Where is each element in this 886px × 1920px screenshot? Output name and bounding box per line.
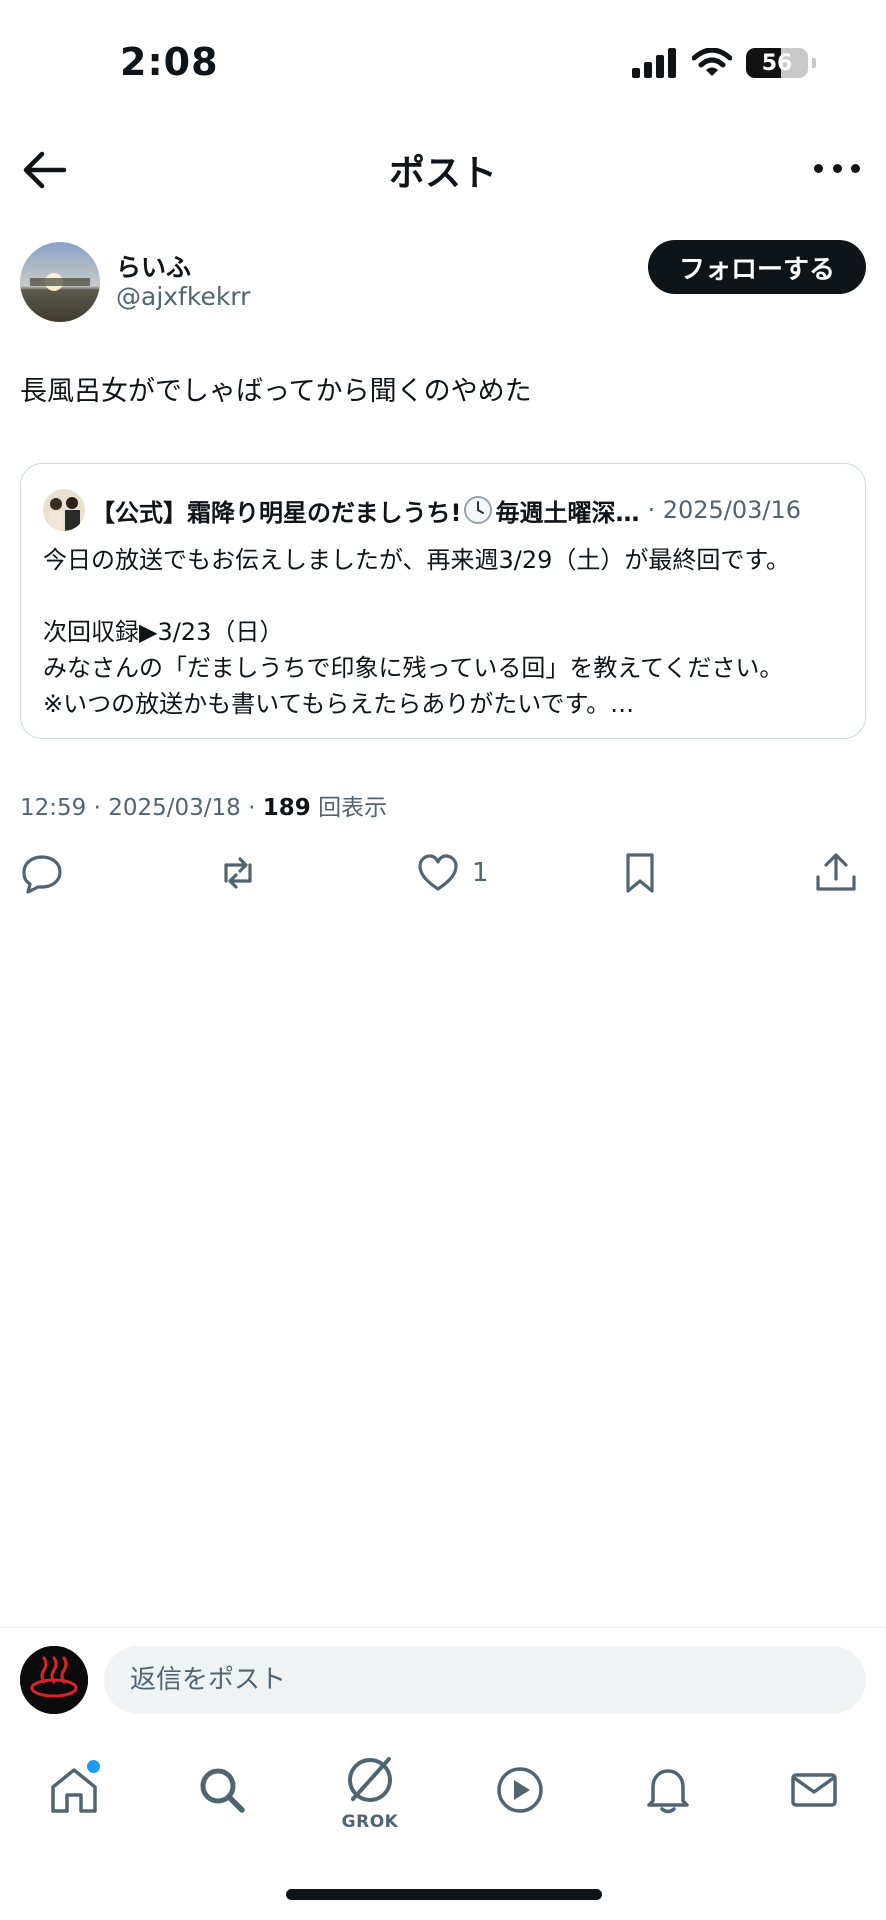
signal-icon bbox=[632, 48, 676, 78]
view-label: 回表示 bbox=[318, 795, 388, 821]
page-title: ポスト bbox=[388, 153, 497, 194]
post-meta: 12:59 · 2025/03/18 · 189 回表示 bbox=[20, 795, 388, 821]
clock-icon bbox=[464, 496, 493, 524]
nav-home[interactable] bbox=[42, 1758, 106, 1822]
notification-dot bbox=[87, 1760, 100, 1773]
post-author: らいふ @ajxfkekrr フォローする bbox=[20, 240, 866, 326]
battery-icon: 56 bbox=[746, 48, 808, 78]
quoted-post-header: 【公式】霜降り明星のだましうち! 毎週土曜深… · 2025/03/16 bbox=[43, 488, 845, 532]
nav-grok[interactable]: GROK bbox=[338, 1748, 402, 1832]
more-options-icon[interactable] bbox=[814, 156, 860, 180]
post-text: 長風呂女がでしゃばってから聞くのやめた bbox=[20, 376, 532, 407]
reply-icon bbox=[22, 855, 62, 894]
like-count: 1 bbox=[472, 858, 489, 888]
header: ポスト bbox=[0, 130, 886, 210]
heart-icon bbox=[418, 854, 458, 891]
nav-messages[interactable] bbox=[782, 1758, 846, 1822]
grok-label: GROK bbox=[341, 1812, 399, 1832]
share-icon bbox=[816, 853, 856, 891]
divider bbox=[0, 1627, 886, 1628]
quoted-post-body: 今日の放送でもお伝えしましたが、再来週3/29（土）が最終回です。 次回収録▶3… bbox=[43, 542, 849, 722]
home-indicator bbox=[286, 1889, 602, 1900]
bell-icon bbox=[647, 1769, 689, 1814]
quoted-author-name: 【公式】霜降り明星のだましうち! bbox=[91, 498, 462, 527]
status-bar: 2:08 56 bbox=[0, 0, 886, 120]
post-date: 2025/03/18 bbox=[108, 795, 241, 821]
battery-nub bbox=[812, 58, 816, 68]
post-time: 12:59 bbox=[20, 795, 87, 821]
nav-search[interactable] bbox=[190, 1758, 254, 1822]
author-handle[interactable]: @ajxfkekrr bbox=[116, 282, 250, 311]
reply-button[interactable] bbox=[20, 848, 64, 898]
quoted-post[interactable]: 【公式】霜降り明星のだましうち! 毎週土曜深… · 2025/03/16 今日の… bbox=[20, 463, 866, 739]
author-name[interactable]: らいふ bbox=[116, 248, 191, 284]
bottom-nav: GROK bbox=[0, 1740, 886, 1840]
follow-button[interactable]: フォローする bbox=[648, 240, 866, 294]
battery-level: 56 bbox=[761, 51, 793, 76]
bookmark-button[interactable] bbox=[618, 848, 662, 898]
wifi-icon bbox=[692, 48, 732, 76]
bookmark-icon bbox=[626, 853, 654, 893]
nav-video[interactable] bbox=[488, 1758, 552, 1822]
quoted-avatar bbox=[43, 489, 85, 531]
quoted-line: みなさんの「だましうちで印象に残っている回」を教えてください。 bbox=[43, 654, 784, 682]
avatar[interactable] bbox=[20, 242, 100, 322]
share-button[interactable] bbox=[814, 848, 858, 898]
status-icons: 56 bbox=[632, 48, 816, 78]
view-count: 189 bbox=[262, 795, 311, 821]
quoted-author-name-suffix: 毎週土曜深… bbox=[495, 498, 640, 527]
play-icon bbox=[497, 1767, 543, 1813]
search-icon bbox=[200, 1768, 245, 1813]
status-time: 2:08 bbox=[120, 40, 219, 84]
mail-icon bbox=[791, 1773, 837, 1807]
quoted-post-date: · 2025/03/16 bbox=[647, 496, 802, 524]
nav-notifications[interactable] bbox=[636, 1758, 700, 1822]
repost-button[interactable] bbox=[216, 848, 260, 898]
repost-icon bbox=[224, 857, 252, 889]
grok-icon bbox=[348, 1757, 392, 1802]
quoted-line: ※いつの放送かも書いてもらえたらありがたいです。… bbox=[43, 690, 635, 718]
reply-input[interactable] bbox=[104, 1646, 866, 1714]
post-actions: 1 bbox=[20, 848, 866, 898]
like-button[interactable]: 1 bbox=[416, 848, 489, 898]
quoted-line: 次回収録▶3/23（日） bbox=[43, 618, 284, 646]
my-avatar[interactable] bbox=[20, 1646, 88, 1714]
quoted-line: 今日の放送でもお伝えしましたが、再来週3/29（土）が最終回です。 bbox=[43, 546, 791, 574]
